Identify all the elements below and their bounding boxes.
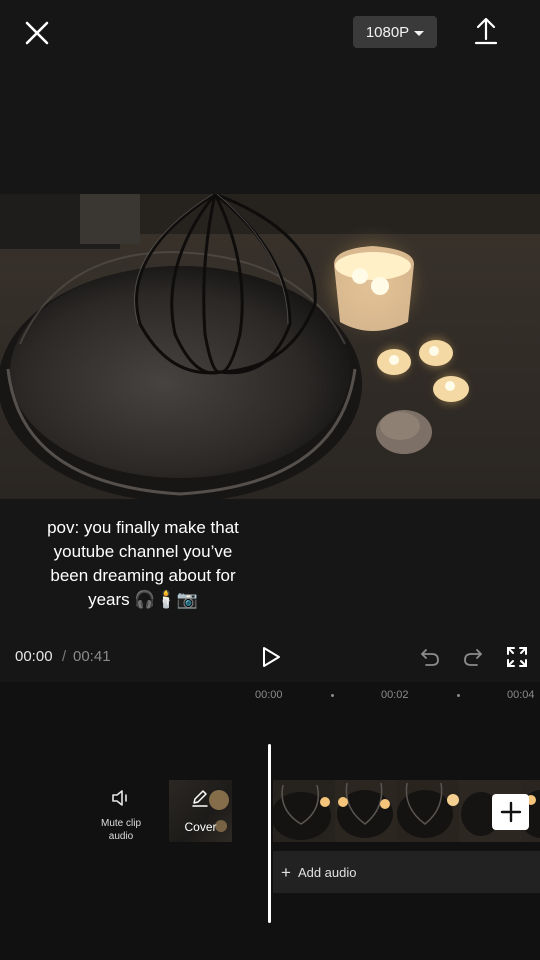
- close-icon: [25, 21, 49, 45]
- add-audio-button[interactable]: + Add audio: [273, 851, 540, 893]
- ruler-label: 00:02: [381, 689, 409, 701]
- clip-frame: [273, 780, 335, 842]
- clip-frame: [335, 780, 397, 842]
- caption-line-1: pov: you finally make that: [47, 518, 239, 537]
- plus-icon: [500, 801, 521, 823]
- ruler-dot: [457, 694, 460, 697]
- mute-clip-audio-button[interactable]: Mute clip audio: [88, 788, 154, 843]
- video-preview[interactable]: [0, 194, 540, 499]
- plus-icon: +: [281, 862, 291, 882]
- resolution-label: 1080P: [365, 23, 410, 41]
- resolution-dropdown[interactable]: 1080P: [353, 16, 437, 48]
- clip-frame: [397, 780, 459, 842]
- fullscreen-icon: [507, 647, 527, 667]
- current-time: 00:00: [15, 648, 53, 665]
- export-icon: [474, 17, 498, 45]
- speaker-icon: [112, 790, 127, 806]
- cover-button[interactable]: Cover: [169, 780, 232, 842]
- caption-text[interactable]: pov: you finally make that youtube chann…: [0, 516, 286, 612]
- undo-icon: [421, 649, 439, 666]
- time-separator: /: [62, 648, 67, 665]
- edit-icon: [192, 790, 208, 807]
- video-frame-image: [0, 194, 540, 499]
- play-icon: [263, 647, 280, 667]
- play-button[interactable]: [258, 644, 284, 670]
- mute-clip-audio-label: Mute clip audio: [100, 818, 141, 842]
- ruler-dot: [331, 694, 334, 697]
- caption-line-3: been dreaming about for: [50, 566, 236, 585]
- fullscreen-button[interactable]: [505, 645, 529, 669]
- caption-line-2: youtube channel you’ve: [53, 542, 233, 561]
- redo-icon: [464, 649, 482, 666]
- cover-label: Cover: [184, 820, 217, 834]
- caption-line-4: years 🎧🕯️📷: [88, 590, 198, 609]
- undo-button[interactable]: [418, 645, 442, 669]
- redo-button[interactable]: [461, 645, 485, 669]
- ruler-label: 00:00: [255, 689, 283, 701]
- ruler-label: 00:04: [507, 689, 535, 701]
- add-audio-label: Add audio: [297, 864, 357, 880]
- caret-down-icon: [414, 30, 425, 36]
- total-time: 00:41: [73, 648, 111, 665]
- export-button[interactable]: [470, 14, 502, 48]
- add-clip-button[interactable]: [492, 794, 529, 830]
- close-button[interactable]: [20, 16, 54, 50]
- playhead[interactable]: [268, 744, 271, 923]
